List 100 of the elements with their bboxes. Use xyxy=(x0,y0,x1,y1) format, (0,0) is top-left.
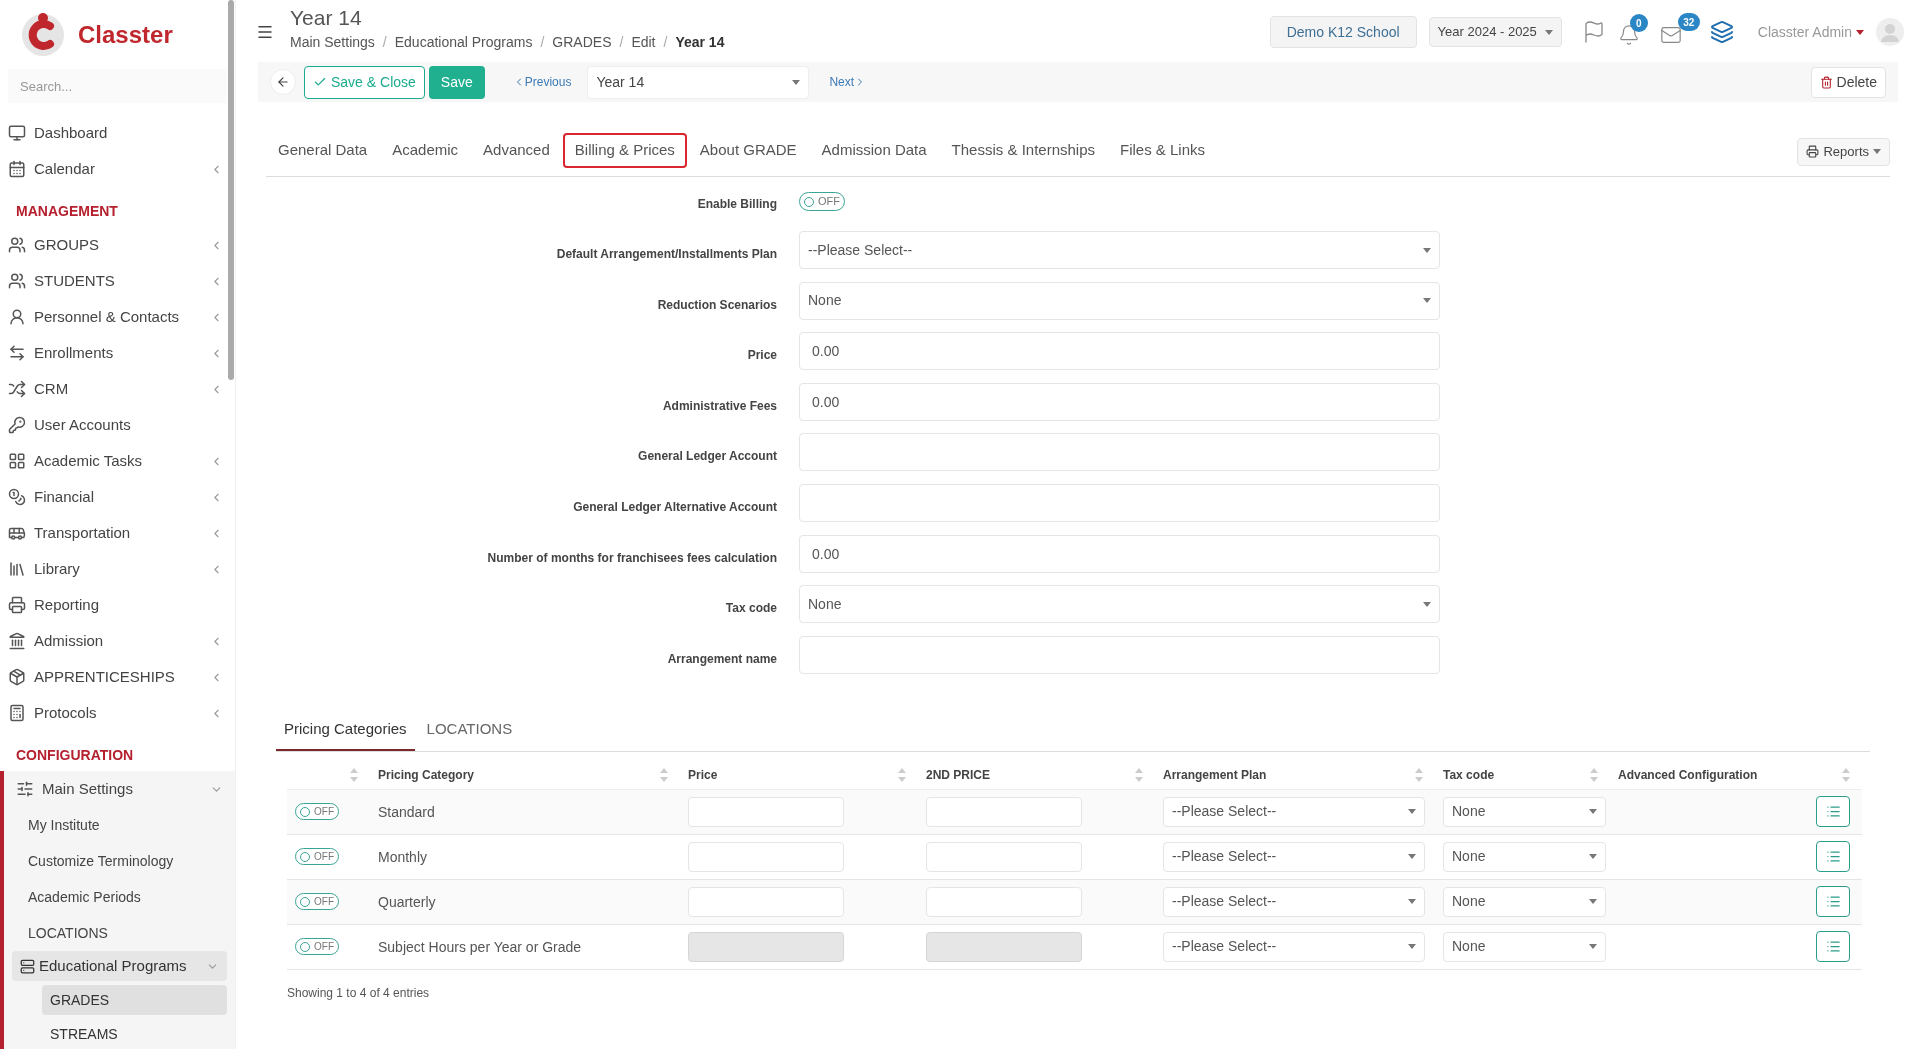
tab[interactable]: Admission Data xyxy=(809,133,939,168)
caret-icon xyxy=(1589,809,1597,815)
arrangement-dropdown[interactable]: --Please Select-- xyxy=(1163,841,1425,872)
tab[interactable]: Advanced xyxy=(471,133,562,168)
search-field[interactable]: Search... xyxy=(8,69,227,103)
sidebar-item[interactable]: STUDENTS xyxy=(0,263,235,299)
sort-icon[interactable] xyxy=(1842,768,1850,783)
column-header[interactable]: Price xyxy=(688,766,898,785)
arrangement-dropdown[interactable]: --Please Select-- xyxy=(1163,886,1425,917)
previous-link[interactable]: Previous xyxy=(512,73,572,91)
school-button[interactable]: Demo K12 School xyxy=(1269,16,1417,48)
sidebar-item[interactable]: Educational Programs xyxy=(12,951,227,981)
input-field[interactable]: 0.00 xyxy=(799,382,1440,421)
sort-icon[interactable] xyxy=(898,768,906,783)
tab[interactable]: Thessis & Internships xyxy=(939,133,1107,168)
tab[interactable]: Pricing Categories xyxy=(276,714,415,751)
sidebar-item[interactable]: Enrollments xyxy=(0,335,235,371)
scrollbar[interactable] xyxy=(228,0,234,380)
sidebar-item[interactable]: STREAMS xyxy=(42,1019,227,1049)
tab[interactable]: Billing & Prices xyxy=(562,133,687,168)
input-field[interactable] xyxy=(799,433,1440,472)
second-price-field[interactable] xyxy=(926,841,1082,872)
price-field[interactable] xyxy=(688,886,844,917)
tab[interactable]: Academic xyxy=(380,133,471,168)
input-field[interactable] xyxy=(799,635,1440,674)
select-field[interactable]: --Please Select-- xyxy=(799,231,1440,270)
sidebar-item[interactable]: Dashboard xyxy=(0,115,235,151)
input-field[interactable]: 0.00 xyxy=(799,534,1440,573)
monitor-icon xyxy=(8,124,26,142)
sidebar-item[interactable]: GRADES xyxy=(42,985,227,1015)
toggle-switch[interactable]: OFF xyxy=(799,192,845,211)
sidebar-item[interactable]: Admission xyxy=(0,623,235,659)
arrangement-dropdown[interactable]: --Please Select-- xyxy=(1163,796,1425,827)
avatar-icon[interactable] xyxy=(1876,18,1904,46)
sidebar-item[interactable]: GROUPS xyxy=(0,227,235,263)
toggle-switch[interactable]: OFF xyxy=(295,848,339,866)
sidebar-item[interactable]: LOCATIONS xyxy=(4,915,235,951)
sort-icon[interactable] xyxy=(1135,768,1143,783)
layers-icon[interactable] xyxy=(1709,20,1734,44)
column-header[interactable]: Pricing Category xyxy=(378,766,660,785)
tab[interactable]: LOCATIONS xyxy=(418,714,521,751)
breadcrumb[interactable]: Educational Programs xyxy=(394,32,533,53)
tab[interactable]: General Data xyxy=(266,133,380,168)
configuration-button[interactable] xyxy=(1816,931,1850,963)
input-field[interactable] xyxy=(799,484,1440,523)
sort-icon[interactable] xyxy=(1590,768,1598,783)
menu-icon[interactable] xyxy=(256,23,274,41)
year-dropdown[interactable]: Year 2024 - 2025 xyxy=(1428,17,1562,47)
second-price-field[interactable] xyxy=(926,886,1082,917)
sort-icon[interactable] xyxy=(1415,768,1423,783)
tax-code-dropdown[interactable]: None xyxy=(1443,841,1606,872)
configuration-button[interactable] xyxy=(1816,886,1850,918)
table-cell: Standard xyxy=(378,803,435,820)
sidebar-item[interactable]: Academic Periods xyxy=(4,879,235,915)
second-price-field[interactable] xyxy=(926,931,1082,962)
breadcrumb[interactable]: Edit xyxy=(631,32,656,53)
sort-icon[interactable] xyxy=(350,768,358,783)
reports-button[interactable]: Reports xyxy=(1797,137,1890,166)
tax-code-dropdown[interactable]: None xyxy=(1443,886,1606,917)
column-header[interactable]: Advanced Configuration xyxy=(1618,766,1842,785)
sidebar-item[interactable]: Calendar xyxy=(0,151,235,187)
tab[interactable]: About GRADE xyxy=(687,133,809,168)
sidebar-item[interactable]: CRM xyxy=(0,371,235,407)
column-header[interactable]: Arrangement Plan xyxy=(1163,766,1415,785)
toggle-switch[interactable]: OFF xyxy=(295,893,339,911)
sidebar-item[interactable]: Library xyxy=(0,551,235,587)
toggle-switch[interactable]: OFF xyxy=(295,803,339,821)
sidebar-item[interactable]: Financial xyxy=(0,479,235,515)
sidebar-item[interactable]: My Institute xyxy=(4,807,235,843)
price-field[interactable] xyxy=(688,841,844,872)
sidebar-item[interactable]: User Accounts xyxy=(0,407,235,443)
tab[interactable]: Files & Links xyxy=(1108,133,1218,168)
record-dropdown[interactable]: Year 14 xyxy=(587,65,810,99)
column-header[interactable]: 2ND PRICE xyxy=(926,766,1135,785)
sidebar-item[interactable]: APPRENTICESHIPS xyxy=(0,659,235,695)
sidebar-item[interactable]: Protocols xyxy=(0,695,235,731)
price-field[interactable] xyxy=(688,796,844,827)
configuration-button[interactable] xyxy=(1816,841,1850,873)
mail-icon[interactable] xyxy=(1659,24,1682,46)
sidebar-item[interactable]: Personnel & Contacts xyxy=(0,299,235,335)
column-header[interactable]: Tax code xyxy=(1443,766,1590,785)
breadcrumb[interactable]: GRADES xyxy=(552,32,612,53)
sidebar-item[interactable]: Main Settings xyxy=(4,771,235,807)
delete-button[interactable]: Delete xyxy=(1810,66,1886,98)
trash-icon xyxy=(1819,75,1833,89)
second-price-field[interactable] xyxy=(926,796,1082,827)
sidebar-item[interactable]: Customize Terminology xyxy=(4,843,235,879)
sidebar-item[interactable]: Academic Tasks xyxy=(0,443,235,479)
tax-code-dropdown[interactable]: None xyxy=(1443,796,1606,827)
back-button[interactable] xyxy=(270,69,296,95)
sort-icon[interactable] xyxy=(660,768,668,783)
configuration-button[interactable] xyxy=(1816,796,1850,828)
input-field[interactable]: 0.00 xyxy=(799,332,1440,371)
select-field[interactable]: None xyxy=(799,281,1440,320)
breadcrumb-separator: / xyxy=(663,33,668,52)
next-link[interactable]: Next xyxy=(829,73,867,91)
sidebar-item[interactable]: Transportation xyxy=(0,515,235,551)
select-field[interactable]: None xyxy=(799,585,1440,624)
sidebar-item[interactable]: Reporting xyxy=(0,587,235,623)
breadcrumb[interactable]: Main Settings xyxy=(290,32,375,53)
